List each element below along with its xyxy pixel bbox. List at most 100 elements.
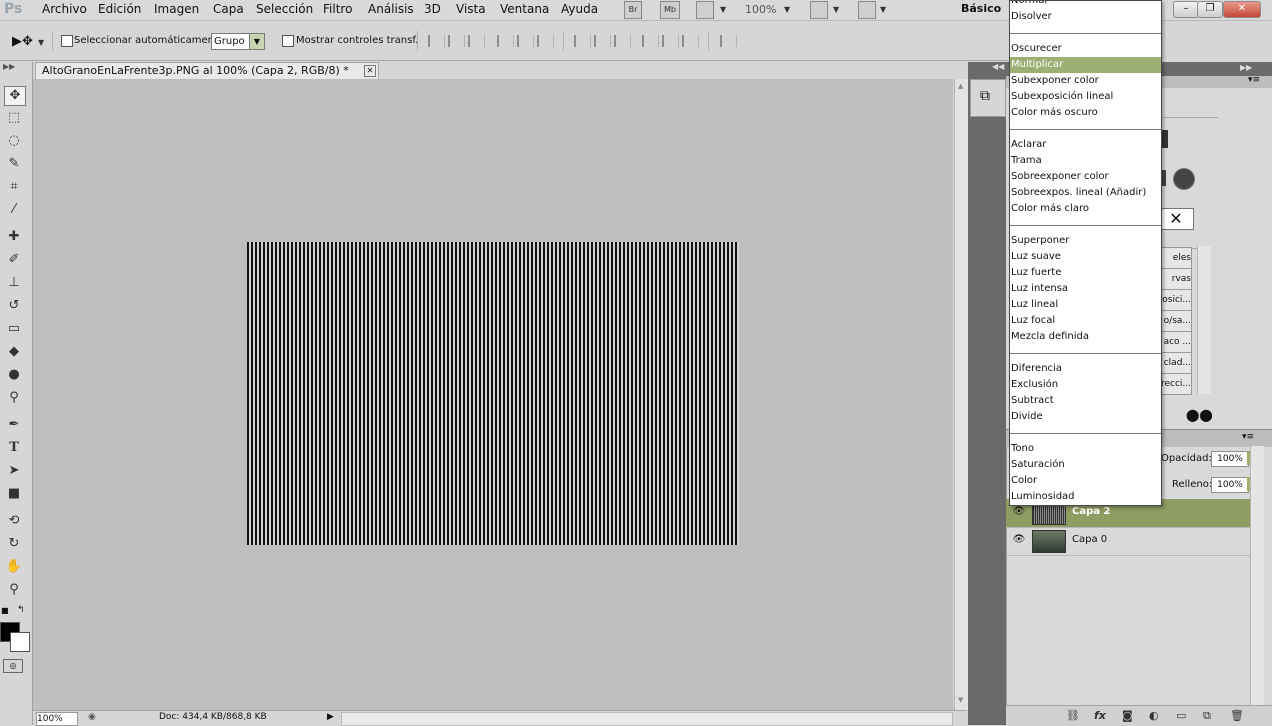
menu-filtro[interactable]: Filtro <box>323 2 352 16</box>
scroll-down-icon[interactable]: ▼ <box>958 696 963 704</box>
blend-mode-option[interactable]: Superponer <box>1010 233 1161 249</box>
blend-mode-option[interactable]: Luminosidad <box>1010 489 1161 505</box>
brush-tool-icon[interactable]: ✐ <box>4 251 24 269</box>
blend-mode-option[interactable]: Luz fuerte <box>1010 265 1161 281</box>
horizontal-scrollbar[interactable] <box>341 712 953 726</box>
blend-mode-option[interactable]: Diferencia <box>1010 361 1161 377</box>
panel-menu-icon[interactable]: ▾≡ <box>1242 432 1254 442</box>
eye-icon[interactable]: 👁 <box>1012 534 1026 546</box>
chevron-down-icon[interactable]: ▼ <box>784 5 790 14</box>
zoom-tool-icon[interactable]: ⚲ <box>4 581 24 599</box>
blend-mode-option[interactable]: Exclusión <box>1010 377 1161 393</box>
layer-style-icon[interactable]: fx <box>1094 709 1106 722</box>
background-color-swatch[interactable] <box>10 632 30 652</box>
align-horizontal-center-icon[interactable] <box>517 35 534 47</box>
marquee-tool-icon[interactable]: ⬚ <box>4 109 24 127</box>
quick-mask-icon[interactable]: ◎ <box>3 659 23 673</box>
auto-select-dropdown[interactable]: Grupo ▼ <box>211 33 265 50</box>
collapse-icon[interactable]: ▶▶ <box>3 62 15 71</box>
chevron-down-icon[interactable]: ▼ <box>880 5 886 14</box>
restore-button[interactable]: ❐ <box>1197 1 1223 18</box>
distribute-top-icon[interactable] <box>574 35 591 47</box>
blend-mode-option[interactable]: Tono <box>1010 441 1161 457</box>
blend-mode-option[interactable]: Color más oscuro <box>1010 105 1161 121</box>
layers-scrollbar[interactable] <box>1250 446 1264 705</box>
adj-preset-curves[interactable]: rvas <box>1158 268 1192 290</box>
3d-orbit-tool-icon[interactable]: ↻ <box>4 535 24 553</box>
close-window-button[interactable]: ✕ <box>1223 1 1261 18</box>
eye-icon[interactable]: 👁 <box>1012 506 1026 518</box>
align-top-icon[interactable] <box>428 35 445 47</box>
adj-preset-selective-color[interactable]: recci... <box>1158 373 1192 395</box>
blend-mode-option[interactable]: Subexposición lineal <box>1010 89 1161 105</box>
blend-mode-option-selected[interactable]: Multiplicar <box>1010 57 1161 73</box>
menu-vista[interactable]: Vista <box>456 2 486 16</box>
hand-tool-icon[interactable]: ✋ <box>4 558 24 576</box>
menu-archivo[interactable]: Archivo <box>42 2 87 16</box>
shape-tool-icon[interactable]: ■ <box>4 485 24 503</box>
adj-icon-channel-mixer[interactable] <box>1173 168 1195 190</box>
adj-preset-hue-saturation[interactable]: o/sa... <box>1158 310 1192 332</box>
blend-mode-option[interactable]: Aclarar <box>1010 137 1161 153</box>
new-group-icon[interactable]: ▭ <box>1176 709 1186 722</box>
blend-mode-option[interactable]: Normal <box>1010 1 1161 9</box>
default-colors-icon[interactable]: ■ <box>1 606 9 615</box>
clone-stamp-tool-icon[interactable]: ⊥ <box>4 274 24 292</box>
panel-menu-icon[interactable]: ▾≡ <box>1248 75 1260 85</box>
adjustments-scrollbar[interactable] <box>1197 246 1211 394</box>
blend-mode-option[interactable]: Luz lineal <box>1010 297 1161 313</box>
close-icon[interactable]: ✕ <box>364 65 376 77</box>
crop-tool-icon[interactable]: ⌗ <box>4 178 24 196</box>
arrange-documents-icon[interactable] <box>810 1 828 19</box>
type-tool-icon[interactable]: T <box>4 439 24 457</box>
link-layers-icon[interactable]: ⛓ <box>1066 709 1080 722</box>
eraser-tool-icon[interactable]: ▭ <box>4 320 24 338</box>
blend-mode-option[interactable]: Color <box>1010 473 1161 489</box>
add-mask-icon[interactable]: ◙ <box>1122 709 1133 722</box>
blend-mode-option[interactable]: Luz suave <box>1010 249 1161 265</box>
healing-brush-tool-icon[interactable]: ✚ <box>4 228 24 246</box>
delete-layer-icon[interactable]: 🗑 <box>1230 709 1244 722</box>
adjustment-layer-icon[interactable]: ◐ <box>1149 709 1159 722</box>
chevron-down-icon[interactable]: ▼ <box>720 5 726 14</box>
collapse-icon[interactable]: ▶▶ <box>1240 63 1252 72</box>
adj-preset-exposure[interactable]: osici... <box>1158 289 1192 311</box>
path-selection-tool-icon[interactable]: ➤ <box>4 462 24 480</box>
opacity-field[interactable]: 100% <box>1211 451 1249 467</box>
blend-mode-option[interactable]: Trama <box>1010 153 1161 169</box>
history-brush-tool-icon[interactable]: ↺ <box>4 297 24 315</box>
blur-tool-icon[interactable]: ● <box>4 366 24 384</box>
blend-mode-option[interactable]: Oscurecer <box>1010 41 1161 57</box>
menu-seleccion[interactable]: Selección <box>256 2 313 16</box>
distribute-horizontal-center-icon[interactable] <box>662 35 679 47</box>
pen-tool-icon[interactable]: ✒ <box>4 416 24 434</box>
document-image[interactable] <box>247 242 739 545</box>
align-vertical-center-icon[interactable] <box>448 35 465 47</box>
distribute-vertical-center-icon[interactable] <box>594 35 611 47</box>
blend-mode-option[interactable]: Divide <box>1010 409 1161 425</box>
expand-panels-icon[interactable]: ◀◀ <box>992 62 1004 71</box>
3d-rotate-tool-icon[interactable]: ⟲ <box>4 512 24 530</box>
distribute-left-icon[interactable] <box>642 35 659 47</box>
align-left-icon[interactable] <box>497 35 514 47</box>
swap-colors-icon[interactable]: ↰ <box>17 605 25 615</box>
adj-preset-black-white[interactable]: aco ... <box>1158 331 1192 353</box>
view-extras-icon[interactable] <box>696 1 714 19</box>
layer-row[interactable]: 👁 Capa 0 <box>1006 527 1250 556</box>
auto-select-checkbox[interactable] <box>61 35 73 47</box>
menu-ventana[interactable]: Ventana <box>500 2 549 16</box>
status-zoom-field[interactable]: 100% <box>36 712 78 726</box>
align-right-icon[interactable] <box>537 35 554 47</box>
move-tool-icon[interactable]: ✥ <box>4 86 26 106</box>
blend-mode-option[interactable]: Subtract <box>1010 393 1161 409</box>
document-tab[interactable]: AltoGranoEnLaFrente3p.PNG al 100% (Capa … <box>35 62 379 79</box>
menu-imagen[interactable]: Imagen <box>154 2 199 16</box>
menu-3d[interactable]: 3D <box>424 2 441 16</box>
blend-mode-option[interactable]: Sobreexpos. lineal (Añadir) <box>1010 185 1161 201</box>
bridge-button[interactable]: Br <box>624 1 642 19</box>
distribute-right-icon[interactable] <box>682 35 699 47</box>
minimize-button[interactable]: – <box>1173 1 1199 18</box>
blend-mode-option[interactable]: Color más claro <box>1010 201 1161 217</box>
paint-bucket-tool-icon[interactable]: ◆ <box>4 343 24 361</box>
adj-preset-channel-mixer[interactable]: clad... <box>1158 352 1192 374</box>
